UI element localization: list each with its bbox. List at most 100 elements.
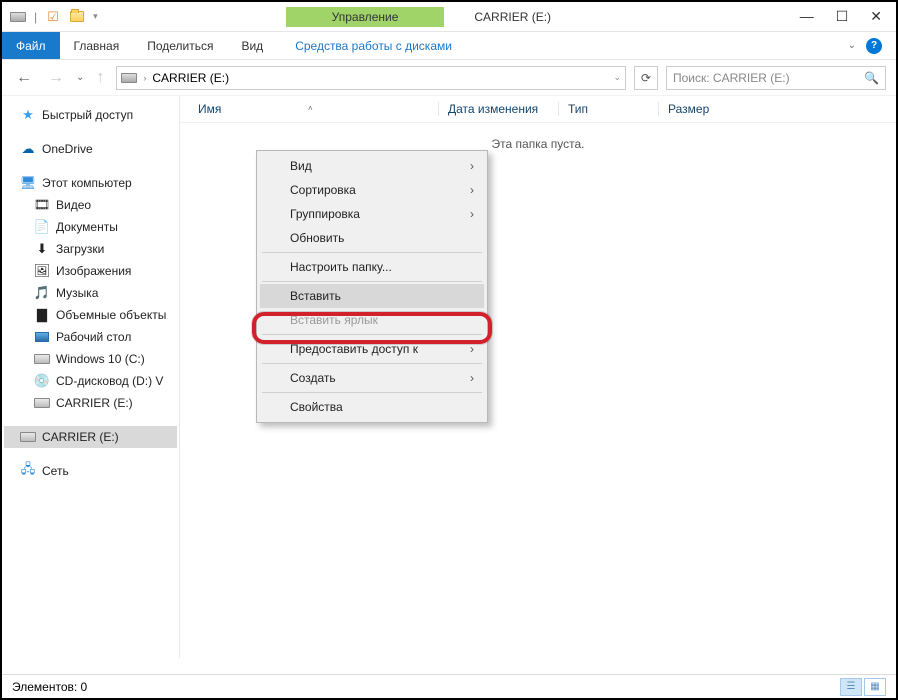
cube-icon: ▇ [34,307,50,323]
forward-button[interactable]: → [44,69,68,87]
context-item-label: Сортировка [290,183,356,197]
history-dropdown-icon[interactable]: ⌄ [76,72,84,83]
separator-icon: | [34,10,37,24]
minimize-button[interactable]: — [800,8,814,25]
sidebar-item-network[interactable]: 🖧 Сеть [4,460,177,482]
ribbon-tab-share[interactable]: Поделиться [133,32,227,59]
sidebar-item-documents[interactable]: 📄 Документы [4,216,177,238]
cloud-icon: ☁ [20,141,36,157]
sidebar-item-onedrive[interactable]: ☁ OneDrive [4,138,177,160]
sidebar-item-carrier-e[interactable]: CARRIER (E:) [4,426,177,448]
sidebar-item-label: Быстрый доступ [42,108,133,122]
address-bar[interactable]: › CARRIER (E:) ⌄ [116,66,626,90]
qat-dropdown-icon[interactable]: ▾ [93,11,98,22]
up-button[interactable]: ↑ [92,69,108,87]
properties-icon[interactable]: ☑ [45,9,61,25]
desktop-icon [34,329,50,345]
sidebar-item-desktop[interactable]: Рабочий стол [4,326,177,348]
view-icons-button[interactable]: ▦ [864,678,886,696]
context-item-paste[interactable]: Вставить [260,284,484,308]
sidebar-item-downloads[interactable]: ⬇ Загрузки [4,238,177,260]
context-item-properties[interactable]: Свойства [260,395,484,419]
search-box[interactable]: Поиск: CARRIER (E:) 🔍 [666,66,886,90]
picture-icon: 🖼 [34,263,50,279]
sidebar-item-label: Изображения [56,264,131,278]
ribbon-collapse-icon[interactable]: ⌄ [848,40,856,51]
chevron-right-icon: › [470,207,474,221]
context-item-label: Вид [290,159,312,173]
context-item-sort[interactable]: Сортировка › [260,178,484,202]
sidebar-item-3d-objects[interactable]: ▇ Объемные объекты [4,304,177,326]
column-header-name[interactable]: Имя ˄ [188,102,438,116]
context-item-group[interactable]: Группировка › [260,202,484,226]
drive-icon [10,9,26,25]
sidebar-item-drive-d[interactable]: 💿 CD-дисковод (D:) V [4,370,177,392]
new-folder-icon[interactable] [69,9,85,25]
drive-icon [20,429,36,445]
sidebar-item-label: Видео [56,198,91,212]
sidebar-item-pictures[interactable]: 🖼 Изображения [4,260,177,282]
address-dropdown-icon[interactable]: ⌄ [613,72,621,83]
chevron-right-icon: › [143,73,146,83]
sidebar-item-videos[interactable]: 🎞 Видео [4,194,177,216]
sidebar-item-music[interactable]: 🎵 Музыка [4,282,177,304]
column-headers: Имя ˄ Дата изменения Тип Размер [180,96,896,123]
navigation-bar: ← → ⌄ ↑ › CARRIER (E:) ⌄ ⟳ Поиск: CARRIE… [2,60,896,96]
document-icon: 📄 [34,219,50,235]
window-controls: — ☐ ✕ [786,8,896,25]
context-item-label: Предоставить доступ к [290,342,418,356]
column-label: Имя [198,102,221,116]
column-header-date[interactable]: Дата изменения [438,102,558,116]
ribbon-tabs: Файл Главная Поделиться Вид Средства раб… [2,32,896,60]
sidebar-item-label: CARRIER (E:) [56,396,133,410]
context-item-new[interactable]: Создать › [260,366,484,390]
drive-icon [34,395,50,411]
sidebar-item-label: Объемные объекты [56,308,166,322]
chevron-right-icon: › [470,342,474,356]
context-separator [262,252,482,253]
maximize-button[interactable]: ☐ [836,8,849,25]
context-item-view[interactable]: Вид › [260,154,484,178]
column-header-type[interactable]: Тип [558,102,658,116]
sidebar-item-drive-e[interactable]: CARRIER (E:) [4,392,177,414]
context-separator [262,392,482,393]
help-icon[interactable]: ? [866,38,882,54]
context-item-label: Свойства [290,400,343,414]
navigation-pane: ★ Быстрый доступ ☁ OneDrive 🖥 Этот компь… [2,96,180,658]
sidebar-item-this-pc[interactable]: 🖥 Этот компьютер [4,172,177,194]
context-item-label: Группировка [290,207,360,221]
sidebar-item-drive-c[interactable]: Windows 10 (C:) [4,348,177,370]
context-item-customize[interactable]: Настроить папку... [260,255,484,279]
back-button[interactable]: ← [12,69,36,87]
chevron-right-icon: › [470,159,474,173]
close-button[interactable]: ✕ [870,8,882,25]
view-details-button[interactable]: ☰ [840,678,862,696]
ribbon-tab-drive-tools[interactable]: Средства работы с дисками [281,32,466,59]
chevron-right-icon: › [470,371,474,385]
sidebar-item-label: Рабочий стол [56,330,131,344]
download-icon: ⬇ [34,241,50,257]
column-header-size[interactable]: Размер [658,102,738,116]
network-icon: 🖧 [20,463,36,479]
ribbon-tab-home[interactable]: Главная [60,32,134,59]
window-title: CARRIER (E:) [474,10,551,24]
context-item-label: Обновить [290,231,344,245]
context-item-label: Настроить папку... [290,260,392,274]
ribbon-contextual-tab-manage[interactable]: Управление [286,7,445,27]
ribbon-tab-file[interactable]: Файл [2,32,60,59]
video-icon: 🎞 [34,197,50,213]
context-separator [262,281,482,282]
context-item-refresh[interactable]: Обновить [260,226,484,250]
ribbon-tab-view[interactable]: Вид [227,32,277,59]
sidebar-item-label: Загрузки [56,242,104,256]
title-bar: | ☑ ▾ Управление CARRIER (E:) — ☐ ✕ [2,2,896,32]
sidebar-item-quick-access[interactable]: ★ Быстрый доступ [4,104,177,126]
search-icon: 🔍 [864,71,879,85]
sidebar-item-label: OneDrive [42,142,93,156]
cd-icon: 💿 [34,373,50,389]
context-menu: Вид › Сортировка › Группировка › Обновит… [256,150,488,423]
context-item-share-access[interactable]: Предоставить доступ к › [260,337,484,361]
drive-icon [34,351,50,367]
refresh-button[interactable]: ⟳ [634,66,658,90]
sidebar-item-label: Windows 10 (C:) [56,352,145,366]
